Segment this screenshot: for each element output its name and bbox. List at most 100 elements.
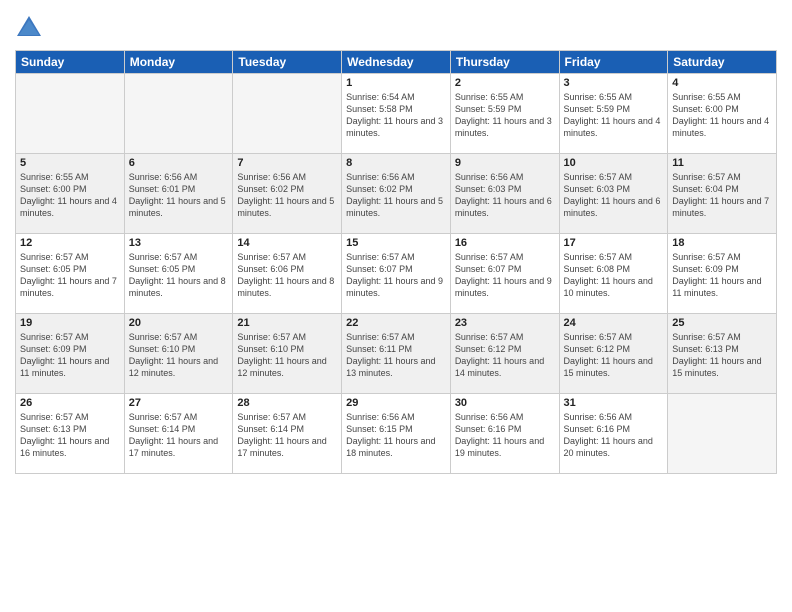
calendar-cell: 14 Sunrise: 6:57 AMSunset: 6:06 PMDayligh… <box>233 234 342 314</box>
calendar-cell: 21 Sunrise: 6:57 AMSunset: 6:10 PMDayligh… <box>233 314 342 394</box>
header <box>15 10 777 42</box>
day-number: 18 <box>672 237 772 249</box>
week-row-5: 26Sunrise: 6:57 AMSunset: 6:13 PMDayligh… <box>16 394 777 474</box>
calendar-cell: 16 Sunrise: 6:57 AMSunset: 6:07 PMDayligh… <box>450 234 559 314</box>
day-detail: Sunrise: 6:57 AMSunset: 6:11 PMDaylight:… <box>346 331 446 380</box>
calendar-cell: 12 Sunrise: 6:57 AMSunset: 6:05 PMDayligh… <box>16 234 125 314</box>
day-detail: Sunrise: 6:57 AMSunset: 6:07 PMDaylight:… <box>346 251 446 300</box>
day-number: 21 <box>237 317 337 329</box>
day-number: 14 <box>237 237 337 249</box>
calendar-cell: 24Sunrise: 6:57 AMSunset: 6:12 PMDayligh… <box>559 314 668 394</box>
day-detail: Sunrise: 6:57 AMSunset: 6:04 PMDaylight:… <box>672 171 772 220</box>
calendar-cell: 27 Sunrise: 6:57 AMSunset: 6:14 PMDayligh… <box>124 394 233 474</box>
day-number: 19 <box>20 317 120 329</box>
day-number: 22 <box>346 317 446 329</box>
weekday-header-thursday: Thursday <box>450 51 559 74</box>
day-number: 2 <box>455 77 555 89</box>
day-detail: Sunrise: 6:57 AMSunset: 6:13 PMDaylight:… <box>672 331 772 380</box>
logo-icon <box>15 14 43 42</box>
logo <box>15 14 46 42</box>
day-detail: Sunrise: 6:57 AMSunset: 6:03 PMDaylight:… <box>564 171 664 220</box>
day-number: 20 <box>129 317 229 329</box>
calendar-cell: 7 Sunrise: 6:56 AMSunset: 6:02 PMDaylight… <box>233 154 342 234</box>
week-row-4: 19 Sunrise: 6:57 AMSunset: 6:09 PMDayligh… <box>16 314 777 394</box>
calendar-cell: 18Sunrise: 6:57 AMSunset: 6:09 PMDayligh… <box>668 234 777 314</box>
day-detail: Sunrise: 6:54 AMSunset: 5:58 PMDaylight:… <box>346 91 446 140</box>
day-number: 26 <box>20 397 120 409</box>
calendar-cell: 2 Sunrise: 6:55 AMSunset: 5:59 PMDaylight… <box>450 74 559 154</box>
day-number: 16 <box>455 237 555 249</box>
day-detail: Sunrise: 6:56 AMSunset: 6:15 PMDaylight:… <box>346 411 446 460</box>
day-detail: Sunrise: 6:57 AMSunset: 6:14 PMDaylight:… <box>129 411 229 460</box>
day-number: 5 <box>20 157 120 169</box>
calendar-cell <box>16 74 125 154</box>
calendar-cell: 23 Sunrise: 6:57 AMSunset: 6:12 PMDayligh… <box>450 314 559 394</box>
day-number: 9 <box>455 157 555 169</box>
day-number: 1 <box>346 77 446 89</box>
day-detail: Sunrise: 6:56 AMSunset: 6:02 PMDaylight:… <box>237 171 337 220</box>
day-detail: Sunrise: 6:57 AMSunset: 6:06 PMDaylight:… <box>237 251 337 300</box>
day-number: 30 <box>455 397 555 409</box>
calendar-cell: 25 Sunrise: 6:57 AMSunset: 6:13 PMDayligh… <box>668 314 777 394</box>
day-number: 31 <box>564 397 664 409</box>
calendar-cell: 8 Sunrise: 6:56 AMSunset: 6:02 PMDaylight… <box>342 154 451 234</box>
calendar-cell: 28Sunrise: 6:57 AMSunset: 6:14 PMDayligh… <box>233 394 342 474</box>
day-detail: Sunrise: 6:56 AMSunset: 6:03 PMDaylight:… <box>455 171 555 220</box>
day-detail: Sunrise: 6:56 AMSunset: 6:02 PMDaylight:… <box>346 171 446 220</box>
calendar-cell: 31 Sunrise: 6:56 AMSunset: 6:16 PMDayligh… <box>559 394 668 474</box>
day-number: 12 <box>20 237 120 249</box>
day-number: 24 <box>564 317 664 329</box>
day-detail: Sunrise: 6:57 AMSunset: 6:07 PMDaylight:… <box>455 251 555 300</box>
calendar-cell: 4 Sunrise: 6:55 AMSunset: 6:00 PMDaylight… <box>668 74 777 154</box>
day-detail: Sunrise: 6:55 AMSunset: 5:59 PMDaylight:… <box>564 91 664 140</box>
day-detail: Sunrise: 6:57 AMSunset: 6:10 PMDaylight:… <box>237 331 337 380</box>
calendar-cell: 30Sunrise: 6:56 AMSunset: 6:16 PMDayligh… <box>450 394 559 474</box>
day-number: 3 <box>564 77 664 89</box>
day-number: 11 <box>672 157 772 169</box>
calendar-cell: 11 Sunrise: 6:57 AMSunset: 6:04 PMDayligh… <box>668 154 777 234</box>
day-number: 4 <box>672 77 772 89</box>
calendar-cell: 15 Sunrise: 6:57 AMSunset: 6:07 PMDayligh… <box>342 234 451 314</box>
day-detail: Sunrise: 6:57 AMSunset: 6:05 PMDaylight:… <box>129 251 229 300</box>
calendar-cell: 10 Sunrise: 6:57 AMSunset: 6:03 PMDayligh… <box>559 154 668 234</box>
day-number: 23 <box>455 317 555 329</box>
day-detail: Sunrise: 6:55 AMSunset: 6:00 PMDaylight:… <box>672 91 772 140</box>
calendar: SundayMondayTuesdayWednesdayThursdayFrid… <box>15 50 777 474</box>
day-number: 25 <box>672 317 772 329</box>
day-detail: Sunrise: 6:56 AMSunset: 6:16 PMDaylight:… <box>564 411 664 460</box>
calendar-cell <box>233 74 342 154</box>
day-number: 7 <box>237 157 337 169</box>
calendar-cell: 19 Sunrise: 6:57 AMSunset: 6:09 PMDayligh… <box>16 314 125 394</box>
weekday-header-wednesday: Wednesday <box>342 51 451 74</box>
day-number: 10 <box>564 157 664 169</box>
day-detail: Sunrise: 6:57 AMSunset: 6:08 PMDaylight:… <box>564 251 664 300</box>
week-row-1: 1 Sunrise: 6:54 AMSunset: 5:58 PMDaylight… <box>16 74 777 154</box>
day-detail: Sunrise: 6:57 AMSunset: 6:05 PMDaylight:… <box>20 251 120 300</box>
day-number: 27 <box>129 397 229 409</box>
page: SundayMondayTuesdayWednesdayThursdayFrid… <box>0 0 792 612</box>
day-detail: Sunrise: 6:56 AMSunset: 6:01 PMDaylight:… <box>129 171 229 220</box>
calendar-cell: 13Sunrise: 6:57 AMSunset: 6:05 PMDayligh… <box>124 234 233 314</box>
weekday-header-monday: Monday <box>124 51 233 74</box>
calendar-cell <box>124 74 233 154</box>
calendar-cell: 6Sunrise: 6:56 AMSunset: 6:01 PMDaylight… <box>124 154 233 234</box>
day-number: 15 <box>346 237 446 249</box>
calendar-cell: 5Sunrise: 6:55 AMSunset: 6:00 PMDaylight… <box>16 154 125 234</box>
week-row-2: 5Sunrise: 6:55 AMSunset: 6:00 PMDaylight… <box>16 154 777 234</box>
day-number: 8 <box>346 157 446 169</box>
calendar-cell: 26Sunrise: 6:57 AMSunset: 6:13 PMDayligh… <box>16 394 125 474</box>
weekday-header-friday: Friday <box>559 51 668 74</box>
day-number: 28 <box>237 397 337 409</box>
calendar-cell: 1 Sunrise: 6:54 AMSunset: 5:58 PMDaylight… <box>342 74 451 154</box>
weekday-header-row: SundayMondayTuesdayWednesdayThursdayFrid… <box>16 51 777 74</box>
calendar-cell: 3 Sunrise: 6:55 AMSunset: 5:59 PMDaylight… <box>559 74 668 154</box>
day-detail: Sunrise: 6:57 AMSunset: 6:09 PMDaylight:… <box>20 331 120 380</box>
calendar-cell <box>668 394 777 474</box>
calendar-cell: 20Sunrise: 6:57 AMSunset: 6:10 PMDayligh… <box>124 314 233 394</box>
calendar-cell: 29Sunrise: 6:56 AMSunset: 6:15 PMDayligh… <box>342 394 451 474</box>
week-row-3: 12 Sunrise: 6:57 AMSunset: 6:05 PMDayligh… <box>16 234 777 314</box>
day-detail: Sunrise: 6:57 AMSunset: 6:12 PMDaylight:… <box>455 331 555 380</box>
day-detail: Sunrise: 6:55 AMSunset: 5:59 PMDaylight:… <box>455 91 555 140</box>
weekday-header-sunday: Sunday <box>16 51 125 74</box>
calendar-cell: 17Sunrise: 6:57 AMSunset: 6:08 PMDayligh… <box>559 234 668 314</box>
